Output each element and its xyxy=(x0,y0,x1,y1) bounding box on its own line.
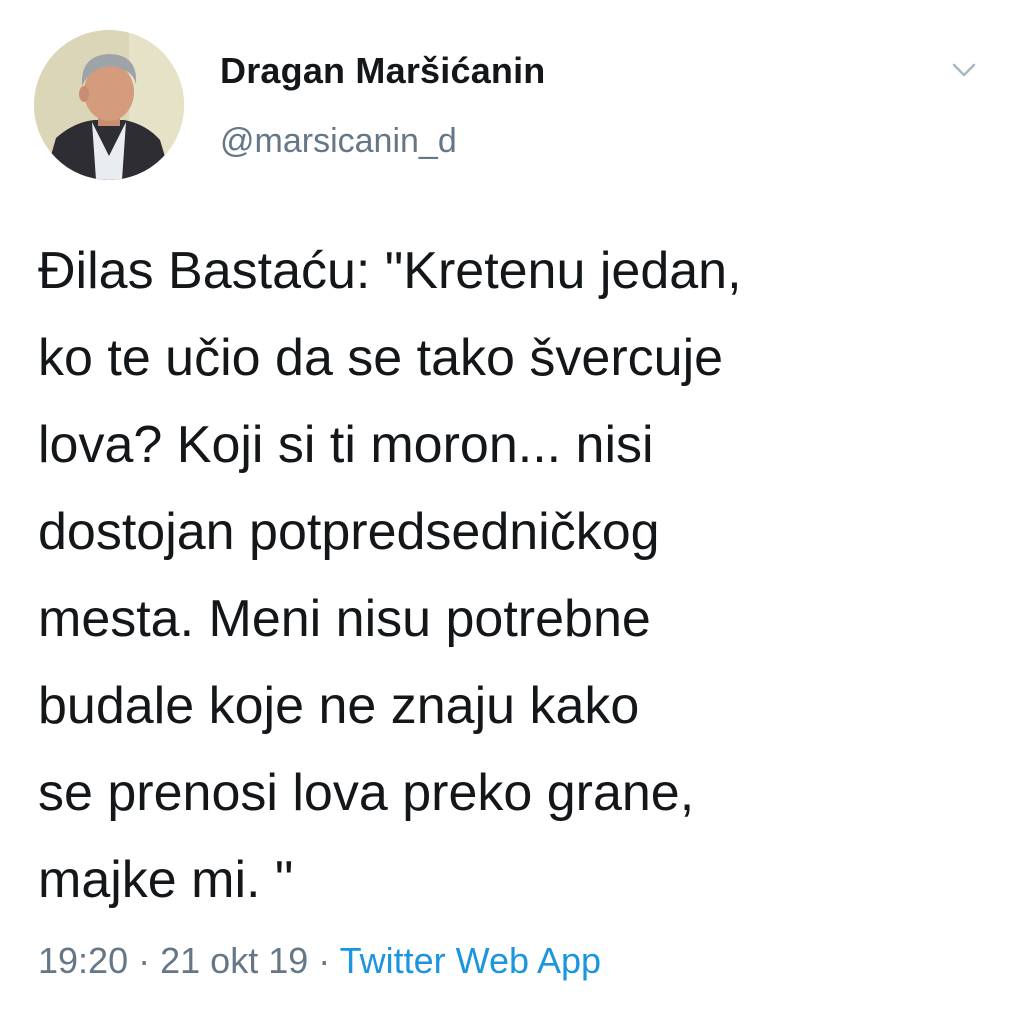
chevron-down-icon[interactable] xyxy=(946,56,982,84)
tweet-date[interactable]: 21 okt 19 xyxy=(160,940,308,981)
user-handle[interactable]: @marsicanin_d xyxy=(220,122,457,161)
tweet-card: Dragan Maršićanin @marsicanin_d Đilas Ba… xyxy=(0,0,1012,1024)
meta-separator: · xyxy=(138,940,151,981)
display-name[interactable]: Dragan Maršićanin xyxy=(220,50,546,92)
tweet-source-link[interactable]: Twitter Web App xyxy=(340,940,601,981)
meta-separator: · xyxy=(318,940,331,981)
avatar[interactable] xyxy=(34,30,184,180)
tweet-meta: 19:20 · 21 okt 19 · Twitter Web App xyxy=(38,940,601,982)
avatar-image xyxy=(34,30,184,180)
tweet-time[interactable]: 19:20 xyxy=(38,940,128,981)
tweet-text: Đilas Bastaću: "Kretenu jedan, ko te uči… xyxy=(38,242,742,909)
